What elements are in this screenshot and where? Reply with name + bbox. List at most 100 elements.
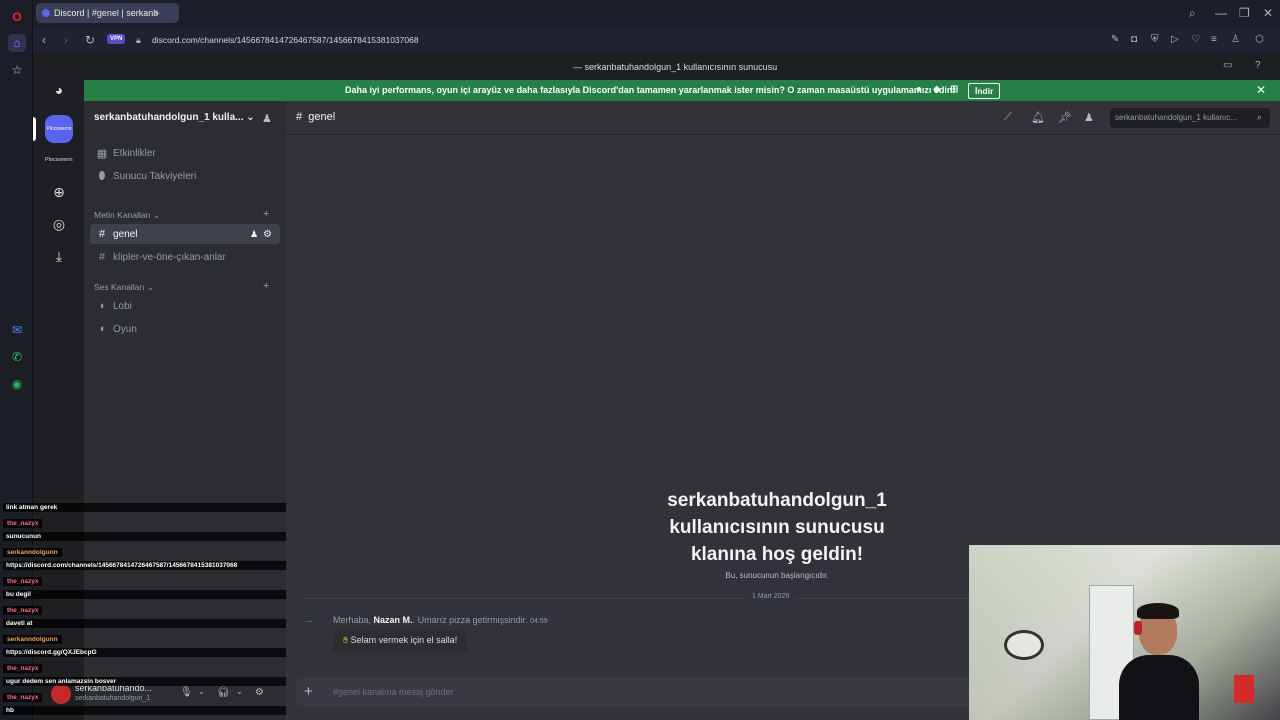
camera-icon[interactable]: ◘: [1131, 34, 1137, 45]
channel-klipler[interactable]: # klipler-ve-öne-çıkan-anlar: [90, 247, 280, 267]
search-icon[interactable]: ⌕: [1257, 112, 1262, 123]
add-text-channel-icon[interactable]: +: [263, 208, 269, 220]
maximize-icon[interactable]: ❐: [1239, 6, 1250, 20]
play-icon[interactable]: ▷: [1171, 34, 1179, 45]
channel-label: Oyun: [113, 323, 137, 335]
voice-channel-oyun[interactable]: ◖ Oyun: [90, 319, 280, 339]
search-input[interactable]: serkanbatuhandolgun_1 kullanıc...: [1110, 108, 1270, 128]
nav-label: Etkinlikler: [113, 147, 156, 159]
webcam-mirror: [1004, 630, 1044, 660]
shield-icon[interactable]: ⛨: [1151, 34, 1159, 45]
headset-icon: [1134, 621, 1142, 635]
channel-label: Lobi: [113, 300, 132, 312]
add-voice-channel-icon[interactable]: +: [263, 280, 269, 292]
discover-icon[interactable]: ◎: [46, 211, 72, 237]
server-name: serkanbatuhandolgun_1 kulla...: [94, 112, 244, 123]
banner-text: Daha iyi performans, oyun içi arayüz ve …: [345, 85, 956, 95]
join-arrow-icon: →: [303, 614, 314, 626]
url-field[interactable]: discord.com/channels/1456678414726467587…: [152, 35, 419, 45]
search-placeholder: serkanbatuhandolgun_1 kullanıc...: [1115, 113, 1237, 122]
browser-addressbar: ‹ › ↻ VPN 🔒︎ discord.com/channels/145667…: [33, 27, 1280, 53]
minimize-icon[interactable]: —: [1215, 6, 1227, 20]
channel-header: # genel ⟋ 🔔︎ 📌︎ ♟ serkanbatuhandolgun_1 …: [286, 101, 1280, 135]
channel-genel[interactable]: # genel ♟ ⚙: [90, 224, 280, 244]
menu-icon[interactable]: ≡: [1211, 34, 1217, 45]
forward-icon[interactable]: ›: [64, 33, 68, 47]
home-icon[interactable]: ⌂: [8, 34, 26, 52]
threads-icon[interactable]: ⟋: [1004, 111, 1012, 124]
webcam-streamer: [1119, 603, 1199, 720]
close-window-icon[interactable]: ✕: [1263, 6, 1273, 20]
reload-icon[interactable]: ↻: [85, 33, 95, 47]
chat-message: bu degil: [3, 590, 286, 599]
join-username[interactable]: Nazan M.: [374, 615, 413, 625]
whatsapp-icon[interactable]: ✆: [8, 348, 26, 366]
voice-category[interactable]: Ses Kanalları ⌄: [94, 282, 154, 293]
webcam-overlay: [969, 545, 1280, 720]
profile-icon[interactable]: ♙: [1231, 34, 1240, 45]
stream-chat-overlay: link atman gerek the_nazyx sunucunun ser…: [0, 500, 286, 720]
new-tab-icon[interactable]: +: [153, 6, 160, 20]
attach-plus-icon[interactable]: +: [304, 683, 313, 700]
inbox-icon[interactable]: ▭: [1223, 60, 1232, 71]
window-title-text: serkanbatuhandolgun_1 kullanıcısının sun…: [584, 62, 778, 72]
discord-favicon-icon: [42, 9, 50, 17]
discord-home-icon[interactable]: ◕: [46, 77, 72, 103]
star-icon[interactable]: ☆: [8, 61, 26, 79]
close-banner-icon[interactable]: ✕: [1256, 83, 1266, 97]
chat-message: hb: [3, 706, 286, 715]
extensions-icon[interactable]: ⬡: [1255, 34, 1264, 45]
invite-icon[interactable]: ♟: [250, 229, 258, 240]
add-server-icon[interactable]: ⊕: [46, 179, 72, 205]
chat-message: link atman gerek: [3, 503, 286, 512]
gear-icon[interactable]: ⚙: [263, 229, 272, 240]
webcam-red-light: [1234, 675, 1254, 703]
wave-label: Selam vermek için el salla!: [350, 635, 458, 645]
category-label: Metin Kanalları: [94, 210, 151, 220]
spotify-icon[interactable]: ◉: [8, 375, 26, 393]
calendar-icon: ▦: [96, 147, 108, 160]
search-tabs-icon[interactable]: ⌕: [1189, 6, 1196, 21]
wave-button[interactable]: ✋︎ Selam vermek için el salla!: [333, 631, 468, 653]
help-icon[interactable]: ?: [1255, 60, 1261, 71]
download-apps-icon[interactable]: ⤓: [46, 243, 72, 269]
lock-icon[interactable]: 🔒︎: [136, 35, 141, 46]
join-message: Merhaba, Nazan M.. Umarız pizza getirmiş…: [333, 615, 548, 625]
server-name-header[interactable]: serkanbatuhandolgun_1 kulla... ⌄: [94, 112, 255, 123]
windows-icon: ⊞: [950, 84, 959, 95]
category-label: Ses Kanalları: [94, 282, 145, 292]
voice-channel-lobi[interactable]: ◖ Lobi: [90, 296, 280, 316]
welcome-line-2: kullanıcısının sunucusu: [669, 517, 885, 538]
download-banner: Daha iyi performans, oyun içi arayüz ve …: [84, 80, 1280, 101]
nav-boosts[interactable]: ⬮ Sunucu Takviyeleri: [90, 166, 280, 186]
download-button[interactable]: İndir: [968, 83, 1001, 99]
welcome-line-1: serkanbatuhandolgun_1: [667, 490, 887, 511]
chat-message: https://discord.com/channels/14566784147…: [3, 561, 286, 570]
composer-placeholder: #genel kanalına mesaj gönder: [333, 687, 454, 697]
webcam-body: [1119, 655, 1199, 720]
invite-people-icon[interactable]: ♟: [262, 112, 272, 125]
server-label: Plocsorenn: [45, 157, 73, 163]
nav-events[interactable]: ▦ Etkinlikler: [90, 143, 280, 163]
vpn-badge[interactable]: VPN: [107, 34, 126, 44]
server-icon[interactable]: Plocsorenn: [45, 115, 73, 143]
chat-username: serkanndolgunn: [3, 635, 62, 644]
speaker-icon: ◖: [98, 300, 106, 312]
browser-tabbar: Discord | #genel | serkanb + ⌕ — ❐ ✕: [33, 0, 1280, 27]
text-category[interactable]: Metin Kanalları ⌄: [94, 210, 160, 221]
chat-username: the_nazyx: [3, 519, 43, 528]
channel-title-text: genel: [308, 111, 336, 123]
discord-titlebar: — serkanbatuhandolgun_1 kullanıcısının s…: [33, 53, 1280, 80]
pin-icon[interactable]: 📌︎: [1058, 111, 1072, 124]
opera-logo-icon[interactable]: O: [8, 8, 26, 26]
welcome-subtitle: Bu, sunucunun başlangıcıdır.: [725, 571, 829, 580]
join-suffix: . Umarız pizza getirmişsindir.: [412, 615, 528, 625]
back-icon[interactable]: ‹: [42, 33, 46, 47]
members-icon[interactable]: ♟: [1084, 111, 1094, 124]
channel-label: klipler-ve-öne-çıkan-anlar: [113, 251, 226, 263]
edit-icon[interactable]: ✎: [1111, 34, 1119, 45]
messenger-icon[interactable]: ✉: [8, 321, 26, 339]
chat-username: the_nazyx: [3, 577, 43, 586]
heart-icon[interactable]: ♡: [1191, 34, 1200, 45]
bell-icon[interactable]: 🔔︎: [1031, 111, 1045, 124]
